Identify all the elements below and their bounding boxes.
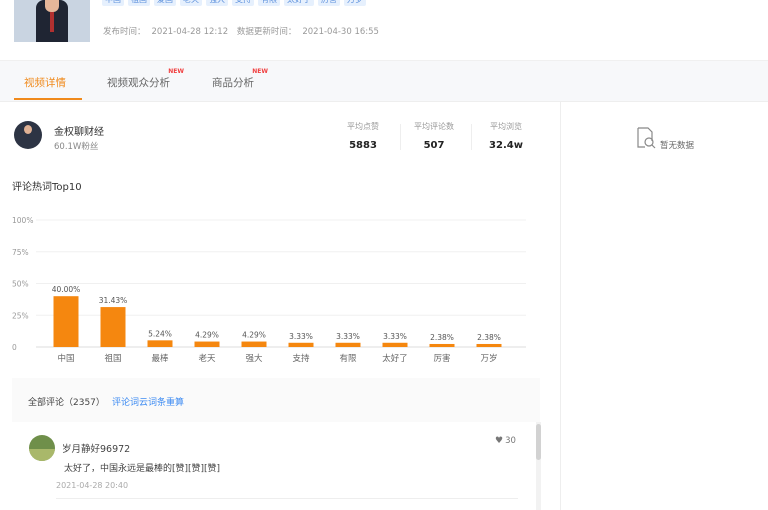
bar-value-label: 3.33%: [383, 332, 407, 341]
chart-bar: [194, 341, 220, 347]
video-tag[interactable]: 中国: [102, 0, 124, 6]
video-tag[interactable]: 万岁: [344, 0, 366, 6]
tab-label: 商品分析: [212, 77, 254, 89]
heart-icon: ♥: [495, 436, 504, 446]
video-tag[interactable]: 太好了: [284, 0, 314, 6]
video-tag[interactable]: 支持: [232, 0, 254, 6]
video-tag[interactable]: 强大: [206, 0, 228, 6]
chart-bar: [429, 343, 455, 347]
chart-bar: [100, 307, 126, 347]
video-tag[interactable]: 厉害: [318, 0, 340, 6]
y-tick-label: 75%: [12, 248, 29, 257]
author-name[interactable]: 金权聊财经: [54, 123, 104, 138]
bar-value-label: 5.24%: [148, 329, 172, 338]
search-document-icon: [637, 127, 656, 149]
video-tag[interactable]: 祖国: [128, 0, 150, 6]
y-tick-label: 100%: [12, 216, 33, 225]
publish-time: 2021-04-28 12:12: [151, 27, 229, 37]
stat-avg-comments: 平均评论数 507: [401, 121, 467, 151]
video-tag[interactable]: 有限: [258, 0, 280, 6]
comment-time: 2021-04-28 20:40: [56, 481, 129, 490]
bar-value-label: 4.29%: [195, 331, 219, 340]
x-tick-label: 强大: [245, 353, 263, 364]
tab-bar: 视频详情 视频观众分析 NEW 商品分析 NEW: [0, 60, 768, 102]
tab-label: 视频观众分析: [107, 77, 170, 89]
bar-value-label: 4.29%: [242, 331, 266, 340]
update-time: 2021-04-30 16:55: [302, 27, 379, 37]
comments-wordcloud-link[interactable]: 评论词云词条重算: [112, 395, 184, 408]
stat-label: 平均评论数: [414, 122, 454, 131]
bar-value-label: 3.33%: [289, 332, 313, 341]
publish-label: 发布时间：: [103, 27, 146, 37]
commenter-name[interactable]: 岁月静好96972: [62, 441, 130, 455]
new-badge: NEW: [168, 68, 184, 75]
tab-label: 视频详情: [24, 77, 66, 89]
chart-bar: [53, 296, 79, 347]
x-tick-label: 祖国: [104, 353, 121, 364]
stat-value: 5883: [349, 140, 377, 151]
stat-avg-views: 平均浏览 32.4w: [473, 121, 539, 151]
comment-divider: [56, 498, 518, 499]
update-label: 数据更新时间：: [236, 27, 297, 37]
chart-bar: [335, 342, 361, 347]
x-tick-label: 有限: [339, 353, 357, 364]
x-tick-label: 老天: [198, 353, 216, 364]
bar-value-label: 3.33%: [336, 332, 360, 341]
video-tag[interactable]: 老天: [180, 0, 202, 6]
video-thumbnail[interactable]: [14, 0, 90, 42]
stat-value: 507: [423, 140, 445, 151]
stat-label: 平均浏览: [490, 122, 522, 131]
like-count: 30: [505, 436, 516, 446]
active-tab-indicator: [14, 98, 82, 100]
empty-state-text: 暂无数据: [660, 141, 695, 151]
y-tick-label: 0: [12, 343, 17, 352]
bar-value-label: 40.00%: [52, 285, 81, 294]
new-badge: NEW: [252, 68, 268, 75]
chart-title: 评论热词Top10: [12, 182, 82, 193]
stat-value: 32.4w: [489, 140, 523, 151]
y-tick-label: 50%: [12, 280, 29, 289]
chart-bar: [382, 342, 408, 347]
video-meta: 发布时间： 2021-04-28 12:12 数据更新时间： 2021-04-30 …: [103, 25, 385, 37]
tab-product-analysis[interactable]: 商品分析 NEW: [212, 68, 268, 90]
tab-audience-analysis[interactable]: 视频观众分析 NEW: [107, 68, 184, 90]
comment-likes: ♥ 30: [495, 436, 516, 446]
tag-list: 中国祖国爱国老天强大支持有限太好了厉害万岁: [102, 0, 366, 6]
chart-bar: [147, 340, 173, 347]
x-tick-label: 最棒: [151, 353, 169, 364]
stat-label: 平均点赞: [347, 122, 379, 131]
x-tick-label: 中国: [57, 353, 74, 364]
y-tick-label: 25%: [12, 311, 29, 320]
comments-title: 全部评论（2357）: [28, 398, 105, 408]
chart-bar: [476, 343, 502, 347]
chart-bar: [241, 341, 267, 347]
x-tick-label: 支持: [292, 353, 310, 364]
author-fans: 60.1W粉丝: [54, 142, 99, 152]
comment-text: 太好了，中国永远是最棒的[赞][赞][赞]: [64, 464, 221, 474]
bar-value-label: 31.43%: [99, 296, 128, 305]
x-tick-label: 厉害: [433, 353, 450, 364]
x-tick-label: 太好了: [382, 353, 408, 364]
commenter-avatar[interactable]: [29, 435, 55, 461]
author-avatar[interactable]: [14, 121, 42, 149]
comments-scroll-thumb[interactable]: [536, 424, 541, 460]
x-tick-label: 万岁: [480, 353, 497, 364]
video-tag[interactable]: 爱国: [154, 0, 176, 6]
stat-avg-likes: 平均点赞 5883: [330, 121, 396, 151]
chart-bar: [288, 342, 314, 347]
bar-value-label: 2.38%: [430, 333, 454, 342]
hotword-bar-chart: 0 25% 50% 75% 100% 40.00% 中国 31.43% 祖国 5.24% 最棒 4.2…: [12, 216, 526, 364]
panel-divider: [560, 102, 561, 510]
bar-value-label: 2.38%: [477, 333, 501, 342]
tab-video-detail[interactable]: 视频详情: [24, 75, 66, 90]
stat-divider: [471, 124, 472, 150]
